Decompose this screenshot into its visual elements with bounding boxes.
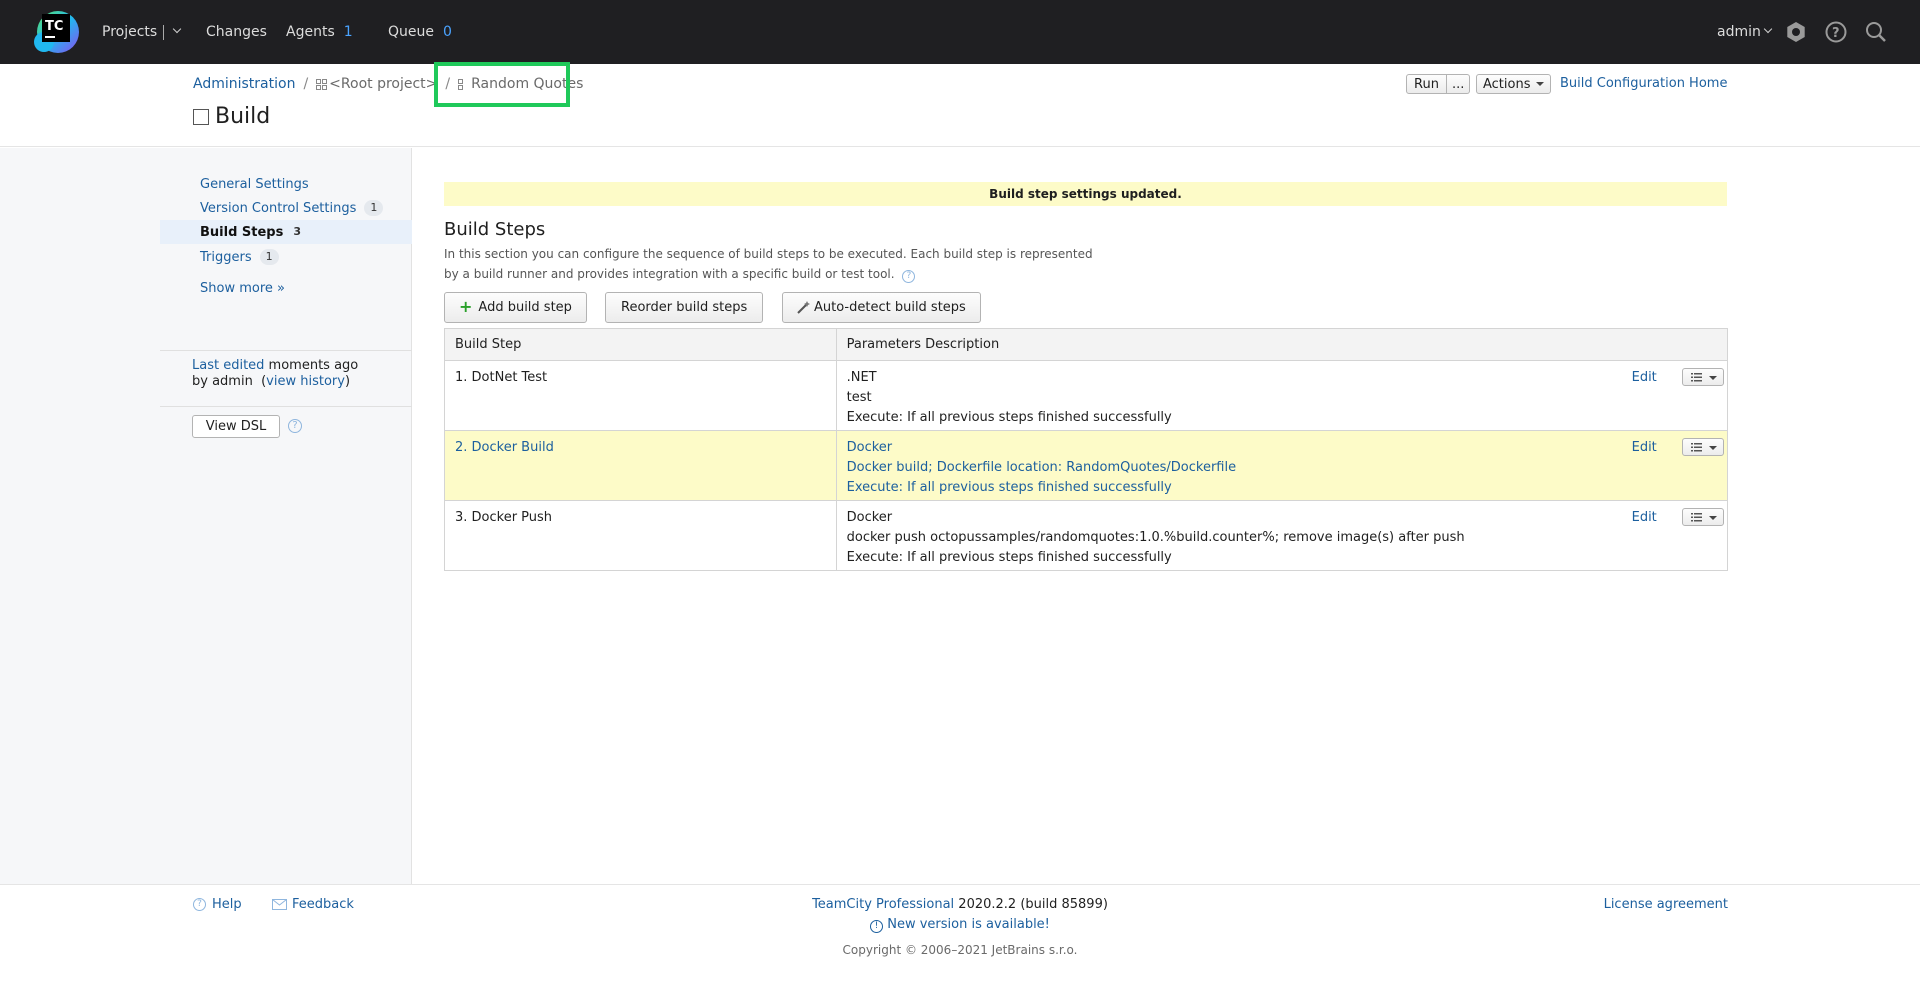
product-version: TeamCity Professional 2020.2.2 (build 85… (812, 897, 1108, 912)
list-icon (1690, 443, 1702, 452)
caret-down-icon (1708, 446, 1717, 450)
plus-icon: + (459, 297, 473, 316)
footer-help-link[interactable]: ? Help (193, 897, 242, 912)
step-params: Docker docker push octopussamples/random… (835, 500, 1729, 571)
agents-count: 1 (343, 24, 353, 40)
info-icon: ! (870, 920, 884, 933)
list-icon (1690, 513, 1702, 522)
top-header: TC Projects Changes Agents 1 Queue 0 admin… (0, 0, 1920, 64)
build-steps-table: Build Step Parameters Description 1. Dot… (444, 328, 1729, 571)
table-row[interactable]: 2. Docker Build Docker Docker build; Doc… (444, 430, 1729, 501)
column-header-parameters: Parameters Description (835, 328, 1729, 361)
run-button-group: Run ... (1406, 74, 1471, 94)
sidebar-item-general-settings[interactable]: General Settings (160, 172, 412, 196)
chevron-down-icon (172, 24, 182, 34)
run-custom-button[interactable]: ... (1446, 74, 1471, 94)
queue-count: 0 (443, 24, 452, 40)
step-name: 3. Docker Push (444, 500, 837, 571)
caret-down-icon (1708, 516, 1717, 520)
step-params: Docker Docker build; Dockerfile location… (835, 430, 1729, 501)
edit-link[interactable]: Edit (1632, 508, 1657, 528)
help-icon: ? (193, 898, 206, 911)
project-icon (316, 78, 328, 90)
focus-highlight-box (434, 62, 570, 107)
divider (160, 350, 412, 351)
table-row[interactable]: 3. Docker Push Docker docker push octopu… (444, 500, 1729, 571)
sidebar-item-triggers[interactable]: Triggers 1 (160, 245, 412, 269)
step-params: .NET test Execute: If all previous steps… (835, 360, 1729, 431)
breadcrumb-administration[interactable]: Administration (193, 76, 295, 92)
step-name: 2. Docker Build (444, 430, 837, 501)
help-icon[interactable]: ? (902, 270, 916, 283)
view-history-link[interactable]: view history (266, 374, 345, 389)
help-icon[interactable]: ? (1824, 20, 1848, 44)
reorder-build-steps-button[interactable]: Reorder build steps (605, 292, 764, 323)
success-notice: Build step settings updated. (444, 182, 1727, 206)
product-link[interactable]: TeamCity Professional (812, 897, 954, 912)
nav-agents[interactable]: Agents 1 (286, 0, 353, 64)
section-description: In this section you can configure the se… (444, 247, 1093, 283)
view-dsl-button[interactable]: View DSL (192, 415, 280, 438)
nav-queue[interactable]: Queue 0 (388, 0, 452, 64)
sidebar-item-version-control[interactable]: Version Control Settings 1 (160, 196, 412, 220)
section-heading: Build Steps (444, 219, 546, 240)
count-badge: 3 (293, 225, 302, 238)
help-icon[interactable]: ? (288, 419, 302, 433)
envelope-icon (272, 899, 287, 910)
footer: ? Help Feedback TeamCity Professional 20… (0, 884, 1920, 995)
last-edited-link[interactable]: Last edited (192, 358, 264, 373)
count-badge: 1 (259, 249, 279, 265)
edit-link[interactable]: Edit (1632, 368, 1657, 388)
footer-feedback-link[interactable]: Feedback (272, 897, 354, 912)
list-icon (1690, 373, 1702, 382)
show-more-link[interactable]: Show more » (160, 276, 412, 300)
svg-text:TC: TC (45, 19, 63, 34)
actions-button[interactable]: Actions (1476, 74, 1551, 94)
row-actions-menu[interactable] (1681, 508, 1724, 526)
caret-down-icon (1708, 376, 1717, 380)
row-actions-menu[interactable] (1681, 438, 1724, 456)
new-version-link[interactable]: ! New version is available! (870, 917, 1050, 933)
chevron-down-icon (1763, 24, 1773, 34)
last-edited-info: Last edited moments ago by admin (view h… (192, 358, 359, 389)
run-button[interactable]: Run (1406, 74, 1447, 94)
step-name: 1. DotNet Test (444, 360, 837, 431)
settings-gear-icon[interactable] (1784, 20, 1808, 44)
row-actions-menu[interactable] (1681, 368, 1724, 386)
license-agreement-link[interactable]: License agreement (1604, 897, 1728, 912)
build-config-icon (193, 108, 209, 125)
page-title: Build (193, 104, 270, 129)
table-row[interactable]: 1. DotNet Test .NET test Execute: If all… (444, 360, 1729, 431)
page-header: Administration / <Root project> / Random… (0, 64, 1920, 147)
copyright: Copyright © 2006–2021 JetBrains s.r.o. (842, 943, 1078, 957)
count-badge: 1 (364, 200, 384, 216)
divider (160, 406, 412, 407)
teamcity-logo[interactable]: TC (30, 6, 82, 58)
sidebar-item-build-steps[interactable]: Build Steps 3 (160, 220, 412, 244)
nav-changes[interactable]: Changes (206, 0, 267, 64)
svg-text:?: ? (1832, 26, 1840, 41)
column-header-build-step: Build Step (444, 328, 837, 361)
auto-detect-build-steps-button[interactable]: Auto-detect build steps (782, 292, 981, 323)
nav-projects[interactable]: Projects (102, 0, 182, 64)
breadcrumb-root-project[interactable]: <Root project> (329, 76, 437, 92)
add-build-step-button[interactable]: + Add build step (444, 292, 587, 323)
search-icon[interactable] (1864, 20, 1888, 44)
magic-wand-icon (797, 301, 810, 314)
new-version-notice: ! New version is available! (660, 917, 1260, 933)
caret-down-icon (1535, 82, 1544, 86)
edit-link[interactable]: Edit (1632, 438, 1657, 458)
user-menu[interactable]: admin (1717, 0, 1773, 64)
build-configuration-home-link[interactable]: Build Configuration Home (1560, 76, 1727, 91)
sidebar: General Settings Version Control Setting… (0, 148, 412, 884)
